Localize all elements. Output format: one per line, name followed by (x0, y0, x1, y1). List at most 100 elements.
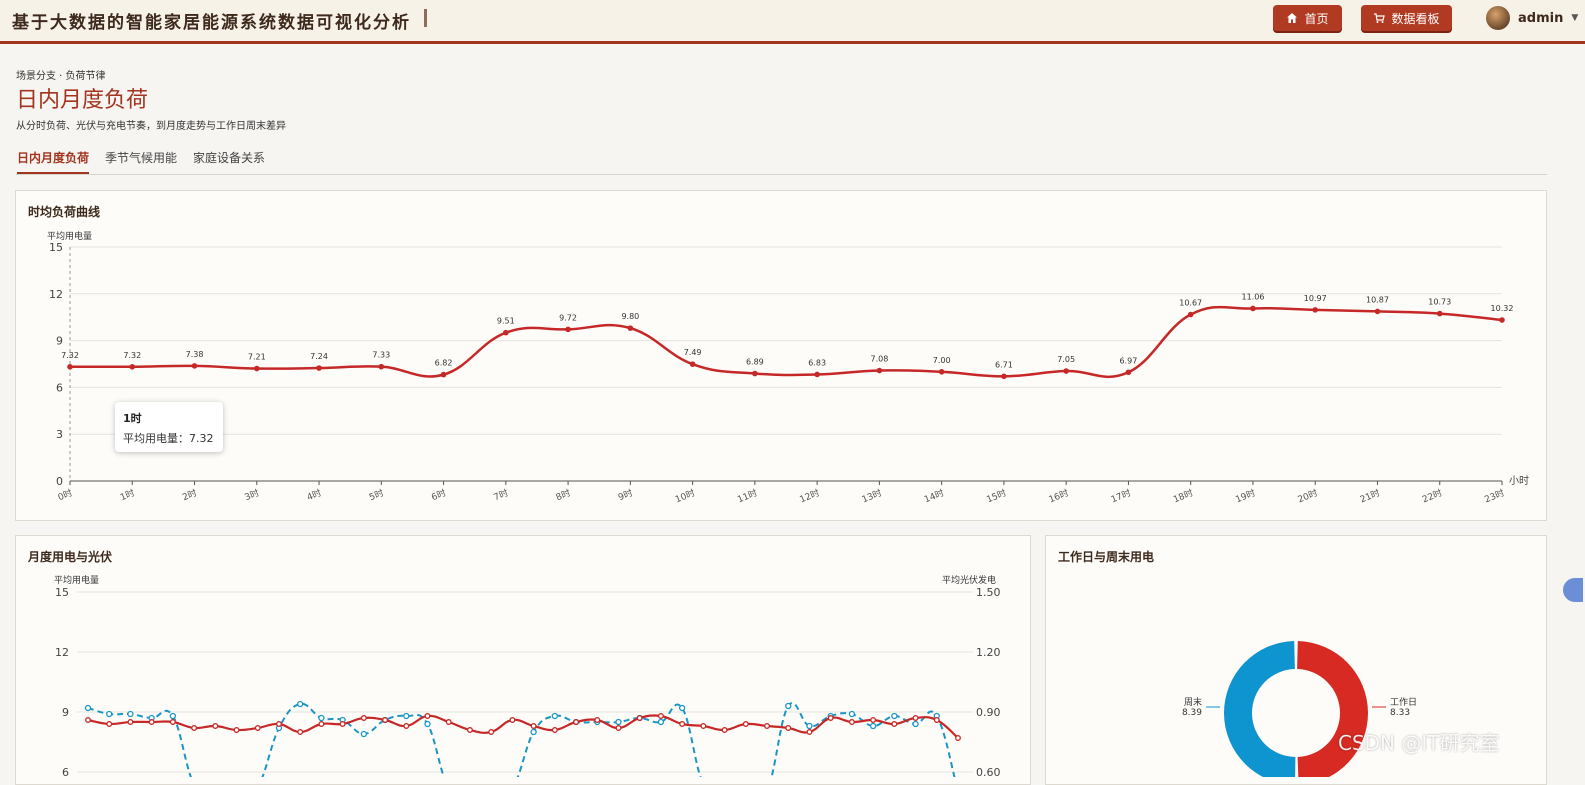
data-point (67, 364, 73, 370)
donut-slice (1223, 641, 1296, 777)
watermark: CSDN @IT研究室 (1338, 731, 1500, 755)
data-label: 6.97 (1120, 356, 1138, 365)
data-point-load (594, 717, 601, 723)
data-point (1312, 307, 1319, 313)
x-tick-label: 5时 (367, 487, 385, 504)
x-tick-label: 2时 (180, 487, 198, 504)
cart-icon (1374, 13, 1386, 23)
data-point-load (403, 723, 410, 729)
data-point (1499, 317, 1505, 323)
data-point (1436, 310, 1443, 317)
tooltip-label: 平均用电量： (123, 432, 189, 445)
data-label: 6.82 (435, 359, 453, 368)
donut-slice (1297, 641, 1369, 777)
x-tick-label: 13时 (860, 487, 883, 506)
x-tick-label: 15时 (985, 487, 1008, 506)
data-point-load (339, 721, 346, 727)
data-point-load (615, 725, 622, 731)
data-label: 7.32 (61, 351, 79, 360)
y-tick-label: 0 (56, 475, 63, 488)
data-point-load (191, 725, 198, 731)
data-label: 11.06 (1242, 292, 1265, 301)
data-point (1250, 305, 1256, 312)
x-axis-title: 小时 (1509, 475, 1529, 487)
x-tick-label: 3时 (243, 487, 261, 504)
avatar[interactable] (1486, 6, 1510, 30)
x-tick-label: 16时 (1047, 487, 1070, 506)
data-label: 9.80 (621, 312, 639, 321)
dashboard-button[interactable]: 数据看板 (1361, 5, 1452, 31)
tab-household-devices[interactable]: 家庭设备关系 (193, 149, 265, 172)
data-point-load (233, 727, 240, 733)
title-divider (424, 9, 427, 27)
data-point-pv (169, 712, 177, 720)
data-point-load (721, 727, 728, 733)
hourly-load-chart[interactable]: 0 3 6 9 12 15平均用电量小时 0时 1时 2时 3时 4时 5时 6时 7时 8时 9时 10时 11… (15, 190, 1547, 521)
x-tick-label: 12时 (798, 487, 821, 506)
data-point-load (806, 729, 813, 735)
x-tick-label: 0时 (56, 487, 74, 504)
x-tick-label: 21时 (1358, 487, 1381, 506)
data-point-pv (891, 712, 898, 720)
y-tick-label: 3 (56, 428, 63, 441)
data-point-load (870, 717, 877, 723)
data-label: 9.72 (559, 313, 577, 322)
data-point-pv (848, 710, 856, 718)
data-label: 10.32 (1491, 304, 1514, 313)
data-point (689, 361, 696, 367)
home-button-label: 首页 (1304, 11, 1329, 26)
data-point-load (530, 723, 537, 729)
breadcrumb: 场景分支 · 负荷节律 (16, 71, 106, 82)
user-menu[interactable]: admin ▼ (1486, 6, 1578, 30)
x-tick-label: 18时 (1171, 487, 1194, 506)
data-label: 6.71 (995, 360, 1013, 369)
data-point-load (360, 715, 367, 721)
data-point-load (148, 719, 155, 725)
tab-daily-monthly-load[interactable]: 日内月度负荷 (17, 149, 90, 174)
data-point-pv (912, 720, 919, 728)
data-label: 6.89 (746, 358, 764, 367)
data-point (1374, 308, 1381, 315)
home-icon (1287, 13, 1298, 23)
chart-tooltip: 1时 平均用电量：7.32 (115, 402, 223, 452)
x-tick-label: 7时 (492, 487, 510, 504)
data-point-load (679, 721, 686, 727)
data-point (1125, 369, 1132, 376)
data-point (1187, 311, 1194, 318)
y-tick-label: 12 (55, 646, 69, 659)
data-label: 7.38 (186, 350, 204, 359)
data-point-load (297, 729, 304, 735)
tab-season-climate[interactable]: 季节气候用能 (105, 149, 177, 172)
data-point (316, 365, 322, 371)
monthly-power-pv-chart[interactable]: 6 0.60 9 0.90 12 1.20 15 1.50 平均用电量 平均光伏发电 (15, 535, 1031, 777)
data-point-load (700, 723, 707, 729)
home-button[interactable]: 首页 (1273, 5, 1342, 31)
data-label: 10.67 (1179, 299, 1202, 308)
y2-tick-label: 0.90 (976, 706, 1001, 719)
data-label: 7.49 (684, 348, 702, 357)
data-point-pv (785, 702, 792, 710)
x-tick-label: 8时 (554, 487, 572, 504)
slice-label-name: 工作日 (1390, 696, 1417, 708)
data-label: 7.08 (870, 355, 888, 364)
x-tick-label: 11时 (736, 487, 759, 506)
app-title: 基于大数据的智能家居能源系统数据可视化分析 (12, 13, 411, 33)
series-line-pv (87, 702, 956, 777)
data-point-load (509, 717, 516, 723)
data-point-load (848, 719, 855, 725)
chevron-down-icon[interactable]: ▼ (1571, 13, 1578, 23)
data-label: 10.87 (1366, 295, 1389, 304)
data-point-load (891, 721, 898, 727)
y-tick-label: 12 (49, 288, 63, 301)
data-label: 7.32 (123, 351, 141, 360)
data-point-pv (530, 728, 537, 736)
data-point-load (106, 721, 113, 727)
data-point-load (445, 719, 452, 725)
data-point (938, 369, 945, 375)
data-label: 10.97 (1304, 294, 1327, 303)
data-label: 7.33 (372, 351, 390, 360)
side-float-button[interactable] (1563, 578, 1583, 602)
data-point-load (636, 715, 643, 721)
data-point-pv (84, 704, 92, 712)
top-bar: 基于大数据的智能家居能源系统数据可视化分析 首页 数据看板 admin ▼ (0, 0, 1585, 44)
